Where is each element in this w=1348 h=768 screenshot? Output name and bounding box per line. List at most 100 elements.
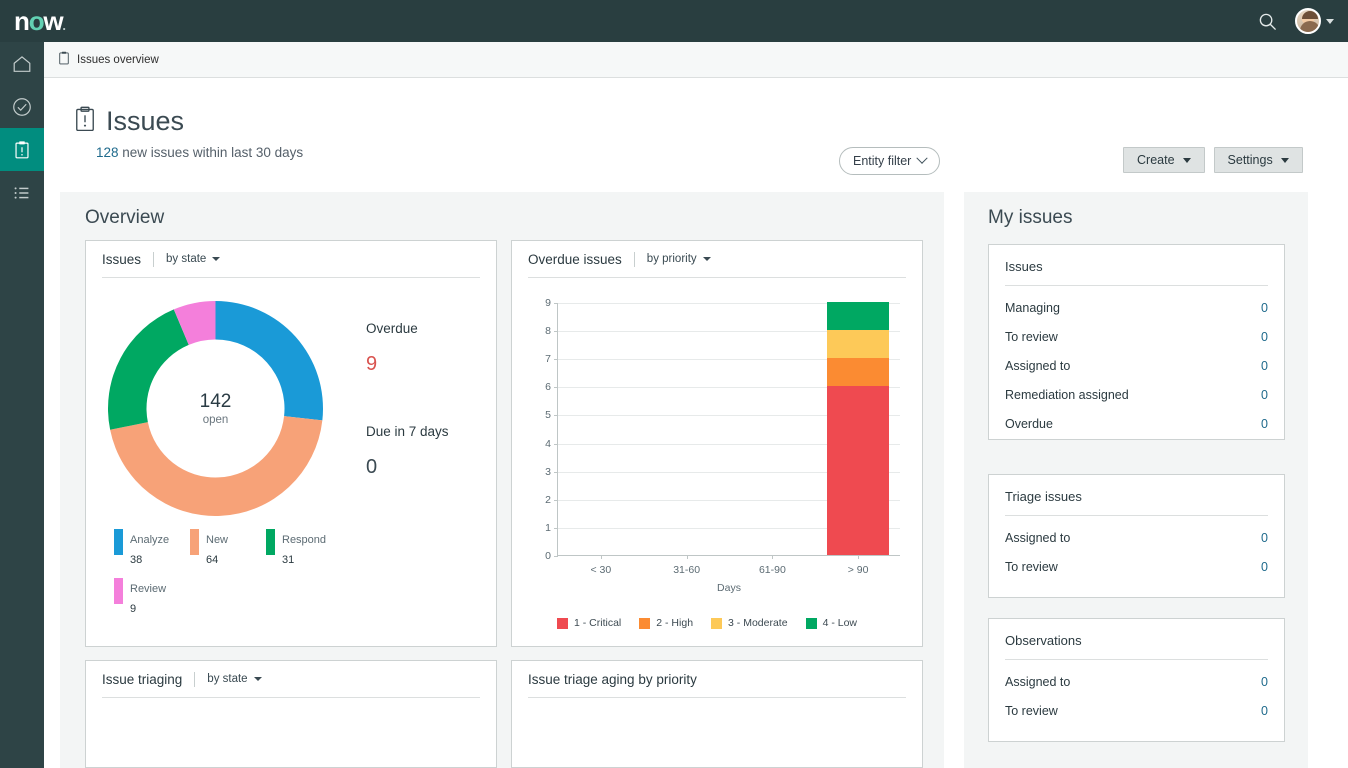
legend-item-1-critical[interactable]: 1 - Critical	[557, 617, 621, 629]
list-item[interactable]: Assigned to 0	[989, 667, 1284, 696]
row-label: To review	[1005, 329, 1058, 344]
my-issues-panel: My issues Issues Managing 0 To review 0 As…	[964, 192, 1308, 768]
legend-item-4-low[interactable]: 4 - Low	[805, 617, 857, 629]
legend-value: 38	[130, 554, 143, 566]
donut-total-label: open	[202, 414, 229, 426]
card-header: Issue triage aging by priority	[512, 661, 922, 697]
legend-label: 2 - High	[656, 617, 694, 629]
legend-item-new[interactable]: New 64	[190, 529, 266, 569]
bar-segment[interactable]	[827, 386, 890, 555]
legend-item-3-moderate[interactable]: 3 - Moderate	[711, 617, 788, 629]
issues-donut-chart[interactable]: 142 open	[108, 301, 323, 516]
breadcrumb[interactable]: Issues overview	[58, 51, 159, 68]
topbar-actions	[1258, 8, 1334, 34]
entity-filter-button[interactable]: Entity filter	[839, 147, 941, 175]
row-list: Assigned to 0 To review 0	[989, 516, 1284, 581]
x-axis-title: Days	[717, 582, 741, 594]
bar-segment[interactable]	[827, 302, 890, 331]
clipboard-alert-icon	[11, 139, 33, 161]
row-label: Overdue	[1005, 416, 1053, 431]
list-item[interactable]: Remediation assigned 0	[989, 380, 1284, 409]
y-axis-tick-mark	[554, 471, 558, 473]
my-issues-card: Issues Managing 0 To review 0 Assigned to 0…	[988, 244, 1285, 440]
x-axis-tick: > 90	[847, 564, 869, 576]
breadcrumb-bar: Issues overview	[44, 42, 1348, 78]
y-axis-tick-mark	[554, 331, 558, 333]
card-header: Issues by state	[86, 241, 496, 277]
legend-value: 64	[206, 554, 219, 566]
list-item[interactable]: Assigned to 0	[989, 351, 1284, 380]
legend-item-review[interactable]: Review 9	[114, 578, 190, 618]
bar--90[interactable]	[827, 302, 890, 555]
y-axis-tick-mark	[554, 499, 558, 501]
legend-text: Respond 31	[282, 529, 326, 569]
grouping-selector[interactable]: by priority	[647, 253, 711, 265]
donut-center-label: 142 open	[108, 301, 323, 516]
card-title: Issue triage aging by priority	[528, 671, 697, 687]
legend-swatch	[557, 617, 568, 629]
due-in-7-days-value[interactable]: 0	[366, 456, 449, 479]
avatar[interactable]	[1295, 8, 1321, 34]
legend-swatch	[639, 617, 651, 629]
grouping-selector[interactable]: by state	[166, 253, 221, 265]
overdue-value[interactable]: 9	[366, 353, 449, 376]
create-button[interactable]: Create	[1123, 147, 1205, 173]
sidebar-item-home[interactable]	[0, 42, 44, 85]
y-axis-tick: 3	[545, 465, 551, 478]
page-header: Issues 128 new issues within last 30 day…	[44, 78, 1348, 192]
card-header: Issue triaging by state	[86, 661, 496, 697]
sidebar-item-issues[interactable]	[0, 128, 44, 171]
y-axis-tick: 2	[545, 493, 551, 506]
top-navigation-bar: now.	[0, 0, 1348, 42]
card-header: Overdue issues by priority	[512, 241, 922, 277]
caret-down-icon	[1280, 157, 1289, 163]
list-item[interactable]: To review 0	[989, 322, 1284, 351]
legend-value: 9	[130, 603, 137, 615]
legend-label: New	[206, 534, 229, 546]
row-value: 0	[1261, 358, 1268, 373]
chevron-down-icon[interactable]	[1326, 18, 1334, 24]
bar-segment[interactable]	[827, 358, 890, 387]
card-divider	[528, 277, 906, 278]
settings-button[interactable]: Settings	[1213, 147, 1303, 173]
now-logo[interactable]: now.	[14, 8, 66, 34]
x-axis-tick-mark	[686, 555, 688, 559]
bar-chart-legend: 1 - Critical 2 - High 3 - Moderate 4 - Low	[557, 617, 857, 629]
row-value: 0	[1261, 530, 1268, 545]
sidebar-item-tasks[interactable]	[0, 85, 44, 128]
issues-by-state-card: Issues by state 142 open Overdue 9 Due i…	[85, 240, 497, 647]
card-title: Issues	[102, 251, 142, 267]
x-axis-tick-mark	[858, 555, 860, 559]
y-axis-tick: 8	[545, 325, 551, 338]
legend-item-analyze[interactable]: Analyze 38	[114, 529, 190, 569]
grouping-selector[interactable]: by state	[207, 673, 262, 685]
list-item[interactable]: Overdue 0	[989, 409, 1284, 438]
y-axis-tick-mark	[554, 387, 558, 389]
legend-item-respond[interactable]: Respond 31	[266, 529, 342, 569]
sidebar-item-list[interactable]	[0, 171, 44, 214]
user-menu[interactable]	[1295, 8, 1334, 34]
list-item[interactable]: Managing 0	[989, 293, 1284, 322]
my-issues-title: My issues	[988, 207, 1073, 228]
bar-segment[interactable]	[827, 330, 890, 359]
triage-issues-card: Triage issues Assigned to 0 To review 0	[988, 474, 1285, 598]
list-item[interactable]: Assigned to 0	[989, 523, 1284, 552]
row-value: 0	[1261, 416, 1268, 431]
clipboard-alert-icon	[74, 106, 96, 137]
row-label: Remediation assigned	[1005, 387, 1129, 402]
y-axis-tick-mark	[554, 527, 558, 529]
list-item[interactable]: To review 0	[989, 696, 1284, 725]
row-label: To review	[1005, 559, 1058, 574]
list-item[interactable]: To review 0	[989, 552, 1284, 581]
legend-item-2-high[interactable]: 2 - High	[639, 617, 693, 629]
row-value: 0	[1261, 559, 1268, 574]
legend-row: Analyze 38 New 64 Respond 31	[114, 529, 474, 578]
search-icon[interactable]	[1258, 12, 1277, 31]
header-button-group: Create Settings	[1123, 147, 1303, 173]
issue-triaging-card: Issue triaging by state	[85, 660, 497, 768]
caret-down-icon	[212, 257, 221, 261]
overview-panel: Overview Issues by state 142 open Overdu…	[60, 192, 944, 768]
caret-down-icon	[253, 677, 262, 681]
y-axis-tick-mark	[554, 556, 558, 557]
card-title: Triage issues	[1005, 489, 1082, 504]
